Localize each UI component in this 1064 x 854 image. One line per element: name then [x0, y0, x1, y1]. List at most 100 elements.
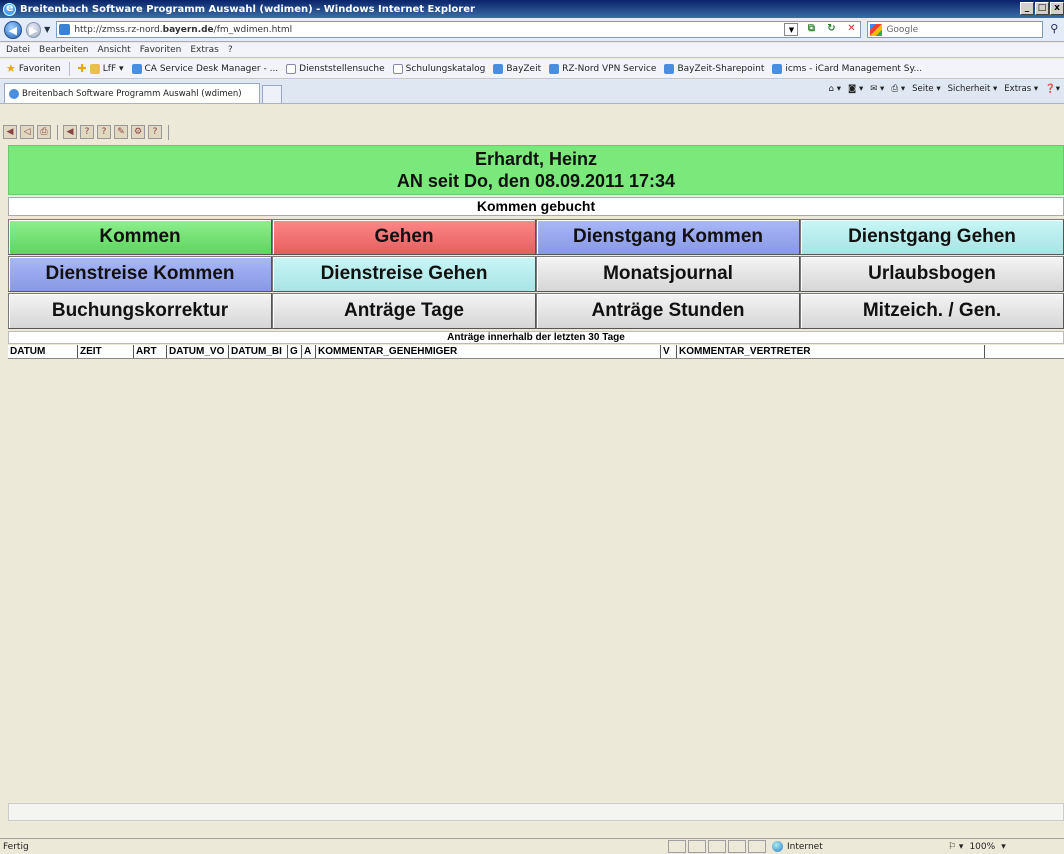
favorite-schulungskatalog[interactable]: Schulungskatalog	[392, 63, 485, 74]
search-input[interactable]: Google	[867, 21, 1043, 38]
monatsjournal-button[interactable]: Monatsjournal	[536, 256, 800, 292]
favorites-bar: ★ Favoriten ✚ LfF ▾ CA Service Desk Mana…	[0, 59, 1064, 79]
menu-ansicht[interactable]: Ansicht	[97, 45, 130, 55]
ie-tab-icon	[9, 88, 19, 99]
help-icon-2[interactable]: ?	[97, 125, 111, 139]
column-v[interactable]: V	[661, 345, 677, 358]
separator	[68, 61, 70, 76]
status-cell	[748, 840, 766, 853]
antraege-stunden-button[interactable]: Anträge Stunden	[536, 293, 800, 329]
booking-status: Kommen gebucht	[8, 197, 1064, 216]
mail-icon[interactable]: ✉ ▾	[870, 84, 884, 94]
column-datum-vo[interactable]: DATUM_VO	[167, 345, 229, 358]
dienstreise-kommen-button[interactable]: Dienstreise Kommen	[8, 256, 272, 292]
help-icon-1[interactable]: ?	[80, 125, 94, 139]
column-art[interactable]: ART	[134, 345, 167, 358]
refresh-icon[interactable]: ↻	[824, 23, 838, 36]
toolbar-separator	[168, 124, 169, 140]
dienstgang-kommen-button[interactable]: Dienstgang Kommen	[536, 219, 800, 255]
buchungskorrektur-button[interactable]: Buchungskorrektur	[8, 293, 272, 329]
search-icon[interactable]: ⚲	[1045, 21, 1064, 38]
favorite-ca-service-desk[interactable]: CA Service Desk Manager - ...	[131, 63, 278, 74]
sicherheit-menu[interactable]: Sicherheit ▾	[948, 84, 998, 94]
zoom-control[interactable]: ⚐ ▾ 100% ▾	[942, 842, 1006, 852]
favorite-lff[interactable]: LfF ▾	[89, 63, 124, 74]
security-zone[interactable]: Internet	[772, 841, 922, 852]
column-kommentar-genehmiger[interactable]: KOMMENTAR_GENEHMIGER	[316, 345, 661, 358]
home-icon[interactable]: ⌂ ▾	[829, 84, 841, 94]
seite-menu[interactable]: Seite ▾	[912, 84, 941, 94]
print-icon[interactable]: ⎙ ▾	[891, 84, 905, 94]
page-icon	[286, 63, 297, 74]
status-text: Fertig	[3, 841, 29, 852]
menu-help[interactable]: ?	[228, 45, 233, 55]
presence-since: AN seit Do, den 08.09.2011 17:34	[396, 171, 676, 191]
compatibility-icon[interactable]: ⧉	[804, 23, 818, 36]
tab-breitenbach[interactable]: Breitenbach Software Programm Auswahl (w…	[4, 83, 260, 103]
kommen-button[interactable]: Kommen	[8, 219, 272, 255]
print-icon[interactable]: ⎙	[37, 125, 51, 139]
add-favorite-icon[interactable]: ✚	[78, 62, 87, 75]
content-top-strip	[0, 104, 1064, 122]
help-icon-3[interactable]: ?	[148, 125, 162, 139]
ie-page-icon	[664, 63, 675, 74]
favorites-button[interactable]: Favoriten	[19, 64, 61, 74]
favorite-bayzeit-sharepoint[interactable]: BayZeit-Sharepoint	[664, 63, 764, 74]
employee-header: Erhardt, Heinz AN seit Do, den 08.09.201…	[8, 145, 1064, 195]
requests-list-title: Anträge innerhalb der letzten 30 Tage	[8, 331, 1064, 344]
dienstreise-gehen-button[interactable]: Dienstreise Gehen	[272, 256, 536, 292]
column-kommentar-vertreter[interactable]: KOMMENTAR_VERTRETER	[677, 345, 985, 358]
column-a[interactable]: A	[302, 345, 316, 358]
gehen-button[interactable]: Gehen	[272, 219, 536, 255]
column-datum-bi[interactable]: DATUM_BI	[229, 345, 288, 358]
history-dropdown-icon[interactable]: ▼	[44, 25, 50, 34]
exit-icon[interactable]: ◀	[3, 125, 17, 139]
favorite-rz-nord-vpn[interactable]: RZ-Nord VPN Service	[549, 63, 656, 74]
favorite-bayzeit[interactable]: BayZeit	[493, 63, 541, 74]
stop-icon[interactable]: ✕	[844, 23, 858, 36]
status-bar: Fertig Internet ⚐ ▾ 100% ▾	[0, 838, 1064, 854]
close-button[interactable]: x	[1050, 2, 1064, 15]
antraege-tage-button[interactable]: Anträge Tage	[272, 293, 536, 329]
menu-bearbeiten[interactable]: Bearbeiten	[39, 45, 88, 55]
feeds-icon[interactable]: ◙ ▾	[848, 84, 863, 94]
maximize-button[interactable]: □	[1035, 2, 1049, 15]
extras-menu[interactable]: Extras ▾	[1004, 84, 1038, 94]
back-arrow-icon[interactable]: ◁	[20, 125, 34, 139]
menu-extras[interactable]: Extras	[190, 45, 218, 55]
dienstgang-gehen-button[interactable]: Dienstgang Gehen	[800, 219, 1064, 255]
favorite-dienststellensuche[interactable]: Dienststellensuche	[286, 63, 385, 74]
forward-button[interactable]: ▶	[25, 21, 42, 38]
favorites-star-icon[interactable]: ★	[6, 62, 16, 75]
command-bar: ⌂ ▾ ◙ ▾ ✉ ▾ ⎙ ▾ Seite ▾ Sicherheit ▾ Ext…	[822, 84, 1060, 94]
help-icon[interactable]: ❓▾	[1045, 84, 1060, 94]
zoom-level: 100%	[969, 841, 996, 852]
back-button[interactable]: ◀	[4, 20, 22, 39]
status-cell	[728, 840, 746, 853]
protected-mode-icon[interactable]: ⚐ ▾	[948, 842, 963, 852]
status-cell	[708, 840, 726, 853]
requests-table-body[interactable]	[8, 360, 1064, 801]
column-datum[interactable]: DATUM	[8, 345, 78, 358]
address-bar[interactable]: http://zmss.rz-nord.bayern.de/fm_wdimen.…	[56, 21, 862, 38]
menu-favoriten[interactable]: Favoriten	[140, 45, 182, 55]
requests-table-header: DATUM ZEIT ART DATUM_VO DATUM_BI G A KOM…	[8, 345, 1064, 359]
minimize-button[interactable]: _	[1020, 2, 1034, 15]
ie-page-icon	[549, 63, 560, 74]
mitzeichnung-button[interactable]: Mitzeich. / Gen.	[800, 293, 1064, 329]
address-dropdown-icon[interactable]: ▼	[784, 23, 799, 36]
window-title: Breitenbach Software Programm Auswahl (w…	[20, 3, 475, 15]
menu-datei[interactable]: Datei	[6, 45, 30, 55]
logout-icon[interactable]: ◀	[63, 125, 77, 139]
column-g[interactable]: G	[288, 345, 302, 358]
urlaubsbogen-button[interactable]: Urlaubsbogen	[800, 256, 1064, 292]
edit-icon[interactable]: ✎	[114, 125, 128, 139]
bottom-panel	[8, 803, 1064, 821]
google-logo-icon	[870, 23, 883, 36]
zoom-dropdown-icon[interactable]: ▾	[1001, 842, 1006, 852]
column-zeit[interactable]: ZEIT	[78, 345, 134, 358]
favorite-icms[interactable]: icms - iCard Management Sy...	[772, 63, 922, 74]
new-tab-button[interactable]	[262, 85, 282, 103]
ie-page-icon	[772, 63, 783, 74]
tools-icon[interactable]: ⚙	[131, 125, 145, 139]
